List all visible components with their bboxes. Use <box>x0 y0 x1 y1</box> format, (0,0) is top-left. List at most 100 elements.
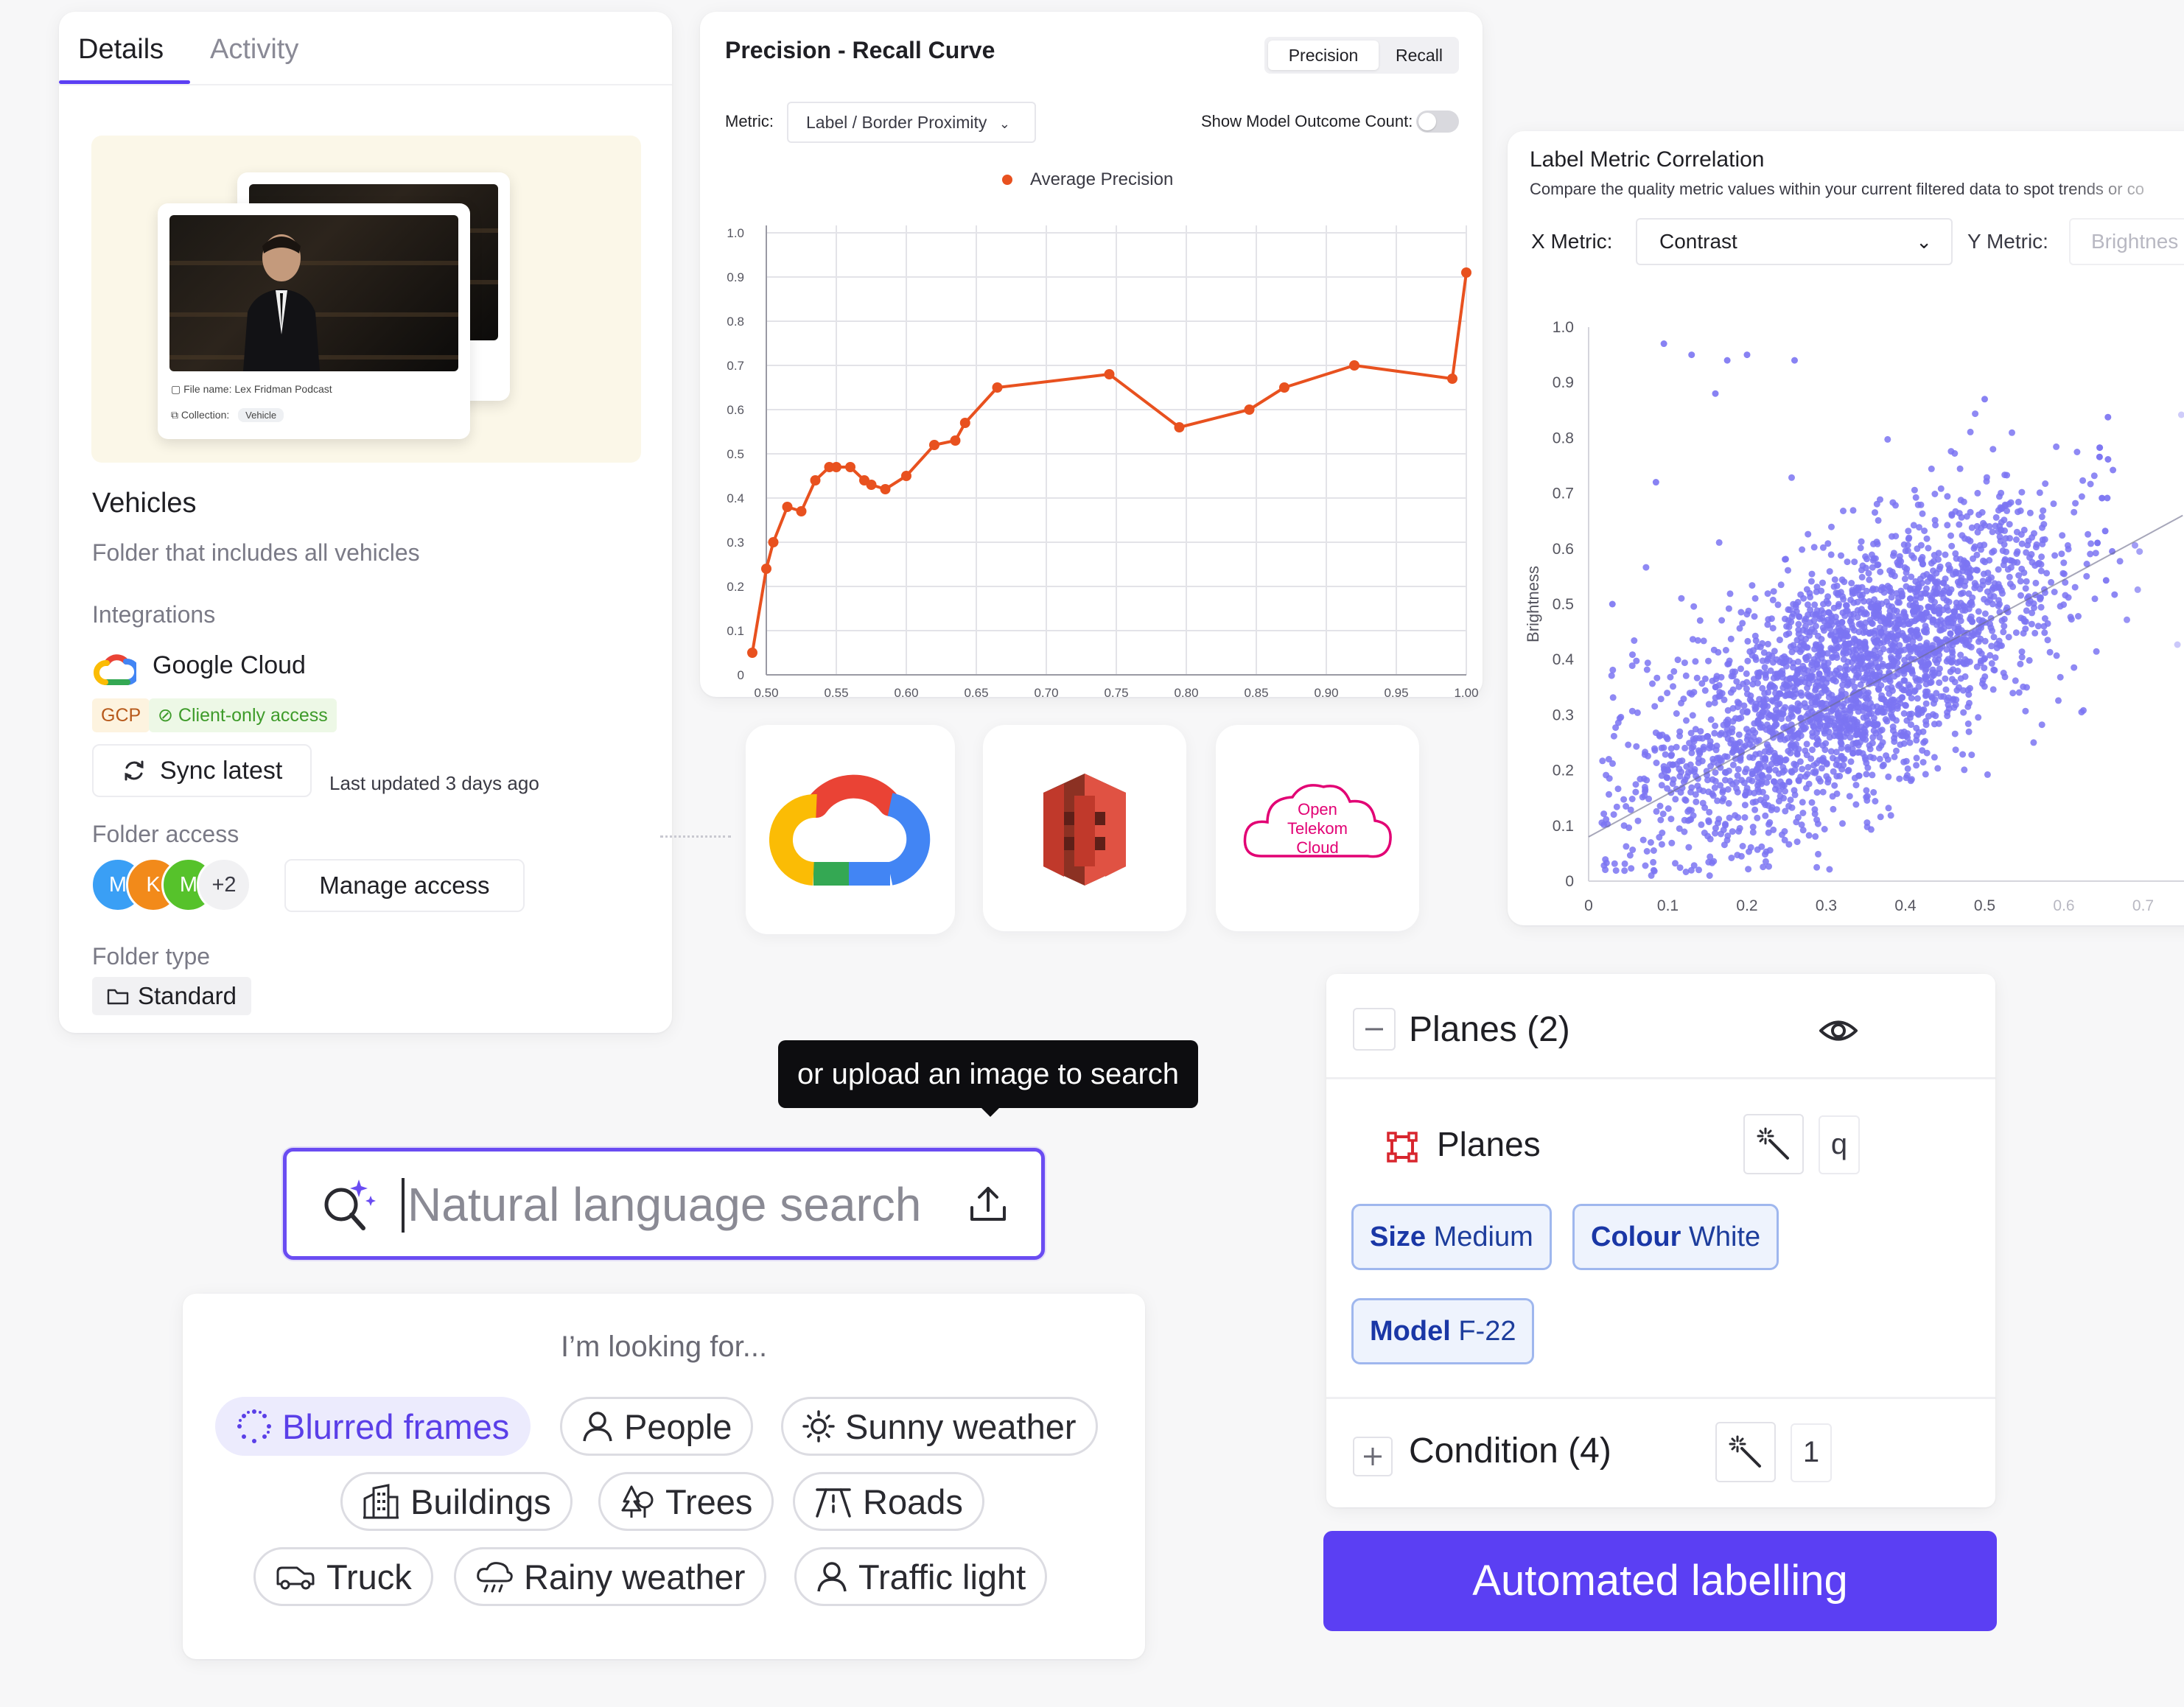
scatter-point <box>1996 533 2003 541</box>
toggle-precision[interactable]: Precision <box>1268 41 1379 70</box>
open-telekom-cloud-tile[interactable]: Open Telekom Cloud <box>1216 725 1419 931</box>
tab-activity[interactable]: Activity <box>210 34 298 66</box>
scatter-point <box>1861 624 1868 631</box>
scatter-point <box>1614 785 1622 793</box>
suggestion-blurred-frames[interactable]: Blurred frames <box>215 1397 531 1456</box>
scatter-point <box>2023 607 2030 614</box>
suggestion-sunny-weather[interactable]: Sunny weather <box>781 1397 1098 1456</box>
scatter-point <box>1762 812 1769 819</box>
scatter-point <box>1855 749 1861 756</box>
scatter-point <box>1867 826 1875 833</box>
scatter-point <box>1954 667 1961 675</box>
scatter-point <box>1715 648 1722 656</box>
suggestion-traffic-light[interactable]: Traffic light <box>794 1547 1048 1606</box>
scatter-point <box>1643 777 1651 784</box>
scatter-point <box>1940 587 1947 595</box>
outcome-count-toggle[interactable] <box>1416 111 1459 133</box>
tab-details[interactable]: Details <box>78 34 164 66</box>
scatter-point <box>1802 747 1809 754</box>
scatter-point <box>2096 453 2103 460</box>
more-members-avatar[interactable]: +2 <box>197 858 251 912</box>
folder-type-label: Folder type <box>92 943 211 970</box>
scatter-point <box>2053 652 2060 659</box>
scatter-point <box>1995 493 2003 500</box>
scatter-point <box>2085 530 2092 538</box>
scatter-point <box>2001 615 2008 623</box>
scatter-point <box>2018 648 2026 656</box>
metric-select-value: Label / Border Proximity <box>806 113 987 132</box>
toggle-recall[interactable]: Recall <box>1382 41 1456 70</box>
data-point <box>880 484 891 494</box>
scatter-point <box>1944 522 1951 529</box>
suggestion-truck[interactable]: Truck <box>253 1547 433 1606</box>
pill-label: Sunny weather <box>845 1406 1077 1446</box>
scatter-point <box>2001 623 2008 630</box>
aws-s3-tile[interactable] <box>983 725 1186 931</box>
scatter-point <box>1764 640 1771 648</box>
x-tick-label: 0.1 <box>1657 897 1679 914</box>
scatter-point <box>2017 592 2024 599</box>
scatter-point <box>1625 741 1632 749</box>
preview-card-front: ▢ File name: Lex Fridman Podcast ⧉ Colle… <box>158 203 470 439</box>
scatter-point <box>2071 508 2078 516</box>
scatter-point <box>1900 740 1908 747</box>
automated-labelling-button[interactable]: Automated labelling <box>1323 1531 1997 1631</box>
scatter-point <box>1990 634 1998 641</box>
scatter-point <box>1628 865 1635 872</box>
upload-icon[interactable] <box>967 1184 1009 1225</box>
scatter-point <box>1754 846 1761 853</box>
expand-button[interactable] <box>1353 1437 1393 1476</box>
scatter-point <box>1812 611 1819 618</box>
scatter-point <box>1870 652 1877 659</box>
scatter-point <box>1682 672 1690 679</box>
metric-select[interactable]: Label / Border Proximity ⌄ <box>787 102 1036 143</box>
attribute-chip-colour[interactable]: Colour White <box>1572 1204 1779 1270</box>
eye-icon[interactable] <box>1819 1011 1858 1051</box>
scatter-point <box>1718 729 1725 737</box>
scatter-point <box>1788 768 1796 776</box>
scatter-point <box>2111 591 2118 598</box>
suggestion-people[interactable]: People <box>560 1397 754 1456</box>
x-tick-label: 0.50 <box>754 686 778 697</box>
scatter-point <box>1696 749 1704 756</box>
scatter-point <box>1773 709 1780 717</box>
collapse-button[interactable] <box>1353 1008 1396 1051</box>
scatter-point <box>1975 628 1982 635</box>
sync-latest-button[interactable]: Sync latest <box>92 744 312 797</box>
correlation-title: Label Metric Correlation <box>1530 147 1765 172</box>
suggestions-title: I’m looking for... <box>560 1331 768 1363</box>
scatter-point <box>2020 683 2027 690</box>
scatter-point <box>1892 502 1899 509</box>
scatter-point <box>1879 709 1886 716</box>
natural-language-search-box[interactable] <box>283 1148 1045 1260</box>
scatter-point <box>1779 764 1787 771</box>
attribute-chip-model[interactable]: Model F-22 <box>1351 1298 1535 1364</box>
scatter-point <box>1782 788 1788 795</box>
scatter-point <box>1804 771 1811 778</box>
y-tick-label: 0.3 <box>727 536 744 550</box>
suggestion-buildings[interactable]: Buildings <box>340 1472 573 1531</box>
scatter-point <box>1763 657 1771 665</box>
y-metric-select[interactable]: Brightnes <box>2069 218 2184 265</box>
scatter-point <box>1956 465 1964 472</box>
suggestion-rainy-weather[interactable]: Rainy weather <box>454 1547 767 1606</box>
attribute-chip-size[interactable]: Size Medium <box>1351 1204 1552 1270</box>
scatter-point <box>1875 516 1882 524</box>
google-cloud-tile[interactable] <box>746 725 955 934</box>
scatter-point <box>1837 632 1844 639</box>
scatter-point <box>1922 681 1930 688</box>
search-input[interactable] <box>407 1174 967 1235</box>
suggestion-trees[interactable]: Trees <box>598 1472 774 1531</box>
scatter-point <box>1852 740 1859 747</box>
suggestion-roads[interactable]: Roads <box>793 1472 984 1531</box>
auto-label-wand-button[interactable] <box>1715 1422 1776 1482</box>
scatter-point <box>1947 668 1954 676</box>
auto-label-wand-button[interactable] <box>1743 1114 1804 1174</box>
scatter-point <box>1851 558 1858 566</box>
manage-access-button[interactable]: Manage access <box>284 859 525 912</box>
object-class-name[interactable]: Planes <box>1437 1124 1541 1164</box>
scatter-point <box>1827 551 1835 558</box>
x-metric-select[interactable]: Contrast ⌄ <box>1636 218 1953 265</box>
scatter-point <box>1981 396 1988 403</box>
pill-label: Buildings <box>410 1482 551 1521</box>
